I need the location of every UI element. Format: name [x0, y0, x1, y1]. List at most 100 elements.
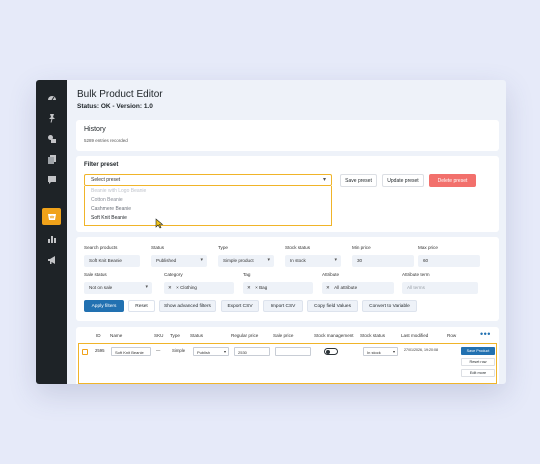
sale-status-label: Sale status	[84, 272, 107, 277]
filters-panel: Search products Soft Knit Beanie Status …	[76, 237, 499, 321]
status-label: Status	[151, 245, 165, 250]
column-header: Row	[447, 333, 457, 338]
pages-icon[interactable]	[42, 150, 61, 167]
type-select[interactable]: Simple product ▾	[218, 255, 274, 267]
preset-option[interactable]: Cashmere Beanie	[91, 206, 131, 212]
search-products-label: Search products	[84, 245, 118, 250]
row-checkbox[interactable]	[82, 349, 88, 355]
stock-status-select[interactable]: In stock ▾	[285, 255, 341, 267]
tag-tag-value: Bag	[259, 285, 268, 290]
update-preset-button[interactable]: Update preset	[382, 174, 424, 187]
category-label: Category	[164, 272, 183, 277]
marketing-icon[interactable]	[42, 251, 61, 268]
pin-icon[interactable]	[42, 109, 61, 126]
column-header: Last modified	[401, 333, 429, 338]
edit-more-button[interactable]: Edit more	[461, 369, 495, 377]
close-icon[interactable]: ✕	[247, 285, 251, 290]
mouse-cursor-icon	[155, 218, 164, 229]
attribute-tag-input[interactable]: ✕ All attribute	[322, 282, 394, 294]
column-header: Stock status	[360, 333, 386, 338]
attribute-term-input[interactable]: All terms	[402, 282, 478, 294]
products-table: ID Name SKU Type Status Regular price Sa…	[76, 327, 499, 384]
attribute-label: Attribute	[322, 272, 340, 277]
sale-status-select[interactable]: Not on sale ▾	[84, 282, 152, 294]
copy-field-values-button[interactable]: Copy field Values	[307, 300, 358, 312]
row-type: Simple	[172, 348, 186, 353]
attribute-term-label: Attribute term	[402, 272, 430, 277]
last-modified: 27/01/2026, 19:20:08	[404, 348, 438, 352]
close-icon[interactable]: ✕	[168, 285, 172, 290]
row-stock-status-value: In stock	[367, 350, 381, 355]
row-status-value: Publish	[197, 350, 211, 355]
toggle-knob	[326, 350, 330, 354]
stock-status-select[interactable]: In stock ▾	[363, 347, 398, 356]
max-price-label: Max price	[418, 245, 438, 250]
stock-status-label: Stock status	[285, 245, 311, 250]
stock-status-select-value: In stock	[290, 258, 306, 263]
show-advanced-filters-button[interactable]: Show advanced filters	[159, 300, 216, 312]
row-id: 2595	[95, 348, 105, 353]
tag-chip-label: × Clothing	[176, 285, 197, 290]
analytics-icon[interactable]	[42, 230, 61, 247]
chevron-down-icon: ▾	[223, 349, 226, 354]
name-input[interactable]: Soft Knit Beanie	[111, 347, 151, 356]
filter-preset-title: Filter preset	[84, 162, 119, 168]
export-csv-button[interactable]: Export CSV	[221, 300, 259, 312]
column-header: Regular price	[231, 333, 259, 338]
import-csv-button[interactable]: Import CSV	[263, 300, 303, 312]
delete-preset-button[interactable]: Delete preset	[429, 174, 476, 187]
regular-price-input[interactable]: 2530	[234, 347, 270, 356]
status-select-value: Published	[156, 258, 177, 263]
admin-sidebar	[36, 80, 67, 384]
reset-button[interactable]: Reset	[128, 300, 155, 312]
row-sku: —	[156, 348, 161, 353]
app-window: Bulk Product Editor Status: OK - Version…	[36, 80, 506, 384]
chevron-down-icon: ▾	[322, 177, 326, 183]
chevron-down-icon: ▾	[267, 257, 270, 263]
dashboard-icon[interactable]	[42, 89, 61, 106]
table-row: 2595 Soft Knit Beanie — Simple Publish ▾…	[78, 343, 497, 384]
tag-label: Tag	[243, 272, 251, 277]
min-price-label: Min price	[352, 245, 371, 250]
status-select[interactable]: Published ▾	[151, 255, 207, 267]
woocommerce-icon[interactable]	[42, 208, 61, 225]
preset-option[interactable]: Cotton Beanie	[91, 197, 123, 203]
history-title: History	[84, 126, 106, 133]
history-subtitle: 5289 entries recorded	[84, 138, 128, 143]
preset-option-hovered[interactable]: Soft Knit Beanie	[91, 215, 127, 221]
convert-to-variable-button[interactable]: Convert to Variable	[362, 300, 417, 312]
min-price-input[interactable]: 30	[352, 255, 414, 267]
column-header: Status	[190, 333, 204, 338]
apply-filters-button[interactable]: Apply filters	[84, 300, 124, 312]
tag-tag-input[interactable]: ✕ × Bag	[243, 282, 313, 294]
preset-select[interactable]: Select preset ▾	[84, 174, 332, 186]
more-options-icon[interactable]: •••	[480, 329, 491, 339]
save-product-button[interactable]: Save Product	[461, 347, 495, 355]
tag-chip-label: × Bag	[255, 285, 268, 290]
save-preset-button[interactable]: Save preset	[340, 174, 377, 187]
category-tag-input[interactable]: ✕ × Clothing	[164, 282, 234, 294]
chevron-down-icon: ▾	[200, 257, 203, 263]
chevron-down-icon: ▾	[392, 349, 395, 354]
max-price-input[interactable]: 60	[418, 255, 480, 267]
main-content: Bulk Product Editor Status: OK - Version…	[67, 80, 506, 384]
sale-status-select-value: Not on sale	[89, 285, 113, 290]
status-select[interactable]: Publish ▾	[193, 347, 229, 356]
chevron-down-icon: ▾	[145, 284, 148, 290]
column-header: Stock management	[314, 333, 354, 338]
comments-icon[interactable]	[42, 171, 61, 188]
chevron-down-icon: ▾	[334, 257, 337, 263]
reset-row-button[interactable]: Reset row	[461, 358, 495, 366]
media-icon[interactable]	[42, 130, 61, 147]
close-icon[interactable]: ✕	[326, 285, 330, 290]
sale-price-input[interactable]	[275, 347, 311, 356]
search-products-input[interactable]: Soft Knit Beanie	[84, 255, 140, 267]
preset-dropdown: Beanie with Logo Beanie Cotton Beanie Ca…	[84, 186, 332, 226]
type-label: Type	[218, 245, 228, 250]
stock-management-toggle[interactable]	[324, 348, 338, 355]
page-title: Bulk Product Editor	[77, 89, 163, 100]
preset-option[interactable]: Beanie with Logo Beanie	[91, 188, 146, 194]
column-header: Sale price	[273, 333, 294, 338]
column-header: Name	[110, 333, 123, 338]
preset-select-value: Select preset	[91, 177, 121, 183]
